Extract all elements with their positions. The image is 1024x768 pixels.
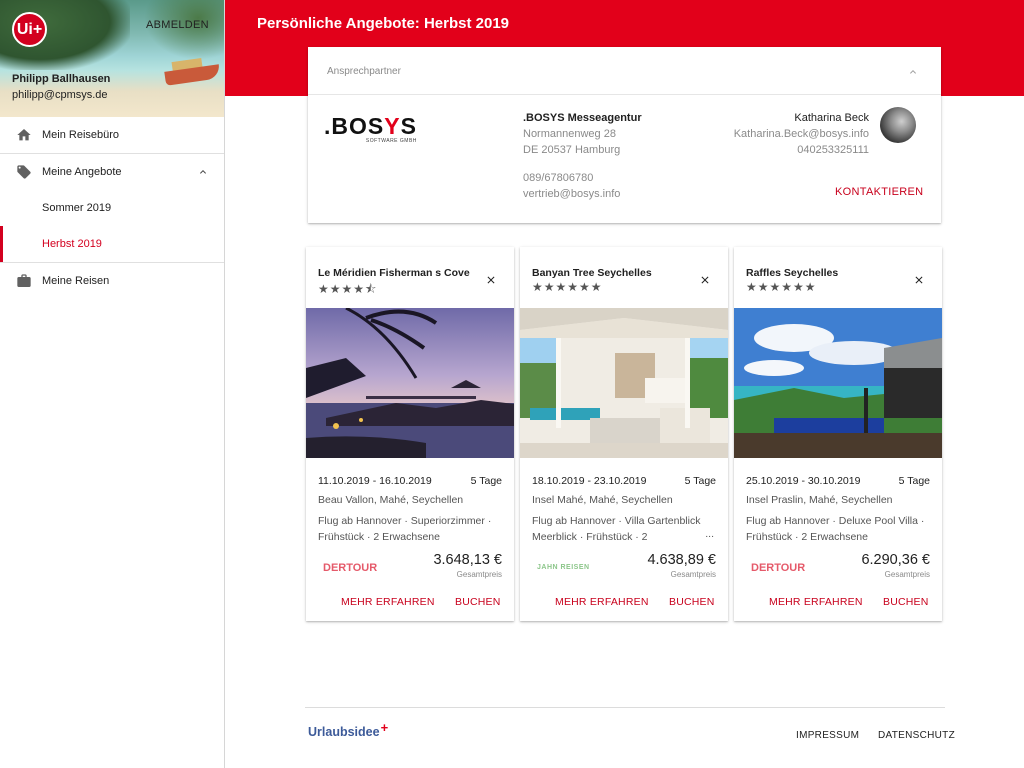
travel-duration: 5 Tage (684, 475, 716, 487)
hotel-image[interactable] (734, 308, 942, 458)
footer-brand-logo: Urlaubsidee+ (308, 720, 388, 739)
agency-email[interactable]: vertrieb@bosys.info (523, 186, 642, 202)
footer-divider (305, 707, 945, 708)
sidebar-item-herbst-2019[interactable]: Herbst 2019 (0, 226, 224, 262)
offer-card: Banyan Tree Seychelles ★★★★★★ 18.10.2019… (520, 247, 728, 621)
user-email: philipp@cpmsys.de (12, 89, 108, 101)
close-icon[interactable] (699, 274, 711, 286)
sidebar-item-mein-reisebuero[interactable]: Mein Reisebüro (0, 117, 224, 153)
tour-operator-logo: DERTOUR (323, 562, 377, 574)
offer-description: Flug ab Hannover · Deluxe Pool Villa · F… (746, 515, 925, 543)
contact-card: Ansprechpartner .BOSYS SOFTWARE GMBH .BO… (308, 47, 941, 223)
sidebar-item-meine-reisen[interactable]: Meine Reisen (0, 263, 224, 299)
hotel-location: Insel Mahé, Mahé, Seychellen (532, 494, 673, 506)
travel-dates: 18.10.2019 - 23.10.2019 (532, 475, 647, 487)
rating-stars: ★★★★⯪ (318, 282, 378, 296)
offer-card: Raffles Seychelles ★★★★★★ 25.10.2019 - 3… (734, 247, 942, 621)
chevron-up-icon[interactable] (907, 66, 919, 78)
footer-brand-text: Urlaubsidee (308, 725, 380, 739)
offer-card: Le Méridien Fisherman s Cove ★★★★⯪ 11.10… (306, 247, 514, 621)
logout-button[interactable]: ABMELDEN (146, 19, 209, 31)
contact-heading: Ansprechpartner (327, 66, 401, 77)
app-logo[interactable]: Ui+ (12, 12, 47, 47)
tour-operator-name: JAHN REISEN (537, 564, 590, 571)
travel-dates: 11.10.2019 - 16.10.2019 (318, 475, 432, 487)
tour-operator-name: DERTOUR (323, 562, 378, 574)
tag-icon (17, 165, 31, 179)
offer-title: Le Méridien Fisherman s Cove (318, 267, 470, 279)
agency-street: Normannenweg 28 (523, 128, 616, 140)
person-email[interactable]: Katharina.Beck@bosys.info (734, 126, 869, 142)
rating-stars: ★★★★★★ (532, 280, 603, 294)
rating-stars: ★★★★★★ (746, 280, 817, 294)
price: 4.638,89 € (647, 552, 716, 568)
tour-operator-logo: JAHN REISEN (537, 564, 590, 571)
offer-title: Banyan Tree Seychelles (532, 267, 652, 279)
person-name: Katharina Beck (794, 112, 869, 124)
price: 3.648,13 € (433, 552, 502, 568)
bosys-logo: .BOSYS SOFTWARE GMBH (324, 113, 417, 144)
sidebar-nav: Mein Reisebüro Meine Angebote Sommer 201… (0, 117, 224, 299)
contact-button[interactable]: KONTAKTIEREN (835, 186, 923, 198)
sidebar-item-label: Mein Reisebüro (42, 129, 120, 141)
sidebar-item-label: Meine Reisen (42, 275, 110, 287)
more-info-button[interactable]: MEHR ERFAHREN (341, 596, 435, 608)
agency-city: DE 20537 Hamburg (523, 144, 621, 156)
hotel-location: Insel Praslin, Mahé, Seychellen (746, 494, 893, 506)
footer-brand-plus: + (380, 720, 389, 735)
sidebar-item-label: Sommer 2019 (42, 202, 112, 214)
more-info-button[interactable]: MEHR ERFAHREN (769, 596, 863, 608)
close-icon[interactable] (485, 274, 497, 286)
person-phone[interactable]: 040253325111 (734, 142, 869, 158)
agency-name: .BOSYS Messeagentur (523, 112, 642, 124)
sidebar-item-label: Herbst 2019 (42, 238, 102, 250)
price-label: Gesamtpreis (456, 570, 502, 579)
app-logo-text: Ui+ (16, 20, 43, 38)
contact-person: Katharina Beck Katharina.Beck@bosys.info… (734, 110, 869, 158)
sidebar-item-sommer-2019[interactable]: Sommer 2019 (0, 190, 224, 226)
impressum-link[interactable]: IMPRESSUM (796, 730, 859, 741)
avatar (880, 107, 916, 143)
hotel-image[interactable] (306, 308, 514, 458)
price-label: Gesamtpreis (884, 570, 930, 579)
book-button[interactable]: BUCHEN (669, 596, 715, 608)
offer-description: Flug ab Hannover · Superiorzimmer · Früh… (318, 515, 492, 543)
bosys-logo-word: .BOSYS (324, 113, 417, 139)
sidebar: Ui+ ABMELDEN Philipp Ballhausen philipp@… (0, 0, 225, 768)
chevron-up-icon[interactable] (197, 166, 209, 178)
tour-operator-logo: DERTOUR (751, 562, 805, 574)
price-label: Gesamtpreis (670, 570, 716, 579)
hotel-image[interactable] (520, 308, 728, 458)
book-button[interactable]: BUCHEN (455, 596, 501, 608)
home-icon (17, 129, 31, 141)
briefcase-icon (17, 274, 31, 287)
hotel-location: Beau Vallon, Mahé, Seychellen (318, 494, 464, 506)
price: 6.290,36 € (861, 552, 930, 568)
ellipsis: ... (705, 528, 714, 540)
travel-duration: 5 Tage (470, 475, 502, 487)
close-icon[interactable] (913, 274, 925, 286)
agency-phone[interactable]: 089/67806780 (523, 170, 642, 186)
more-info-button[interactable]: MEHR ERFAHREN (555, 596, 649, 608)
user-name: Philipp Ballhausen (12, 73, 111, 85)
sidebar-header: Ui+ ABMELDEN Philipp Ballhausen philipp@… (0, 0, 224, 117)
page-title: Persönliche Angebote: Herbst 2019 (257, 15, 510, 32)
agency-info: .BOSYS Messeagentur Normannenweg 28 DE 2… (523, 110, 642, 202)
datenschutz-link[interactable]: DATENSCHUTZ (878, 730, 955, 741)
tour-operator-name: DERTOUR (751, 562, 806, 574)
travel-dates: 25.10.2019 - 30.10.2019 (746, 475, 861, 487)
offer-description: Flug ab Hannover · Villa Gartenblick Mee… (532, 515, 701, 543)
book-button[interactable]: BUCHEN (883, 596, 929, 608)
sidebar-item-meine-angebote[interactable]: Meine Angebote (0, 154, 224, 190)
travel-duration: 5 Tage (898, 475, 930, 487)
contact-card-header[interactable]: Ansprechpartner (308, 47, 941, 95)
offer-title: Raffles Seychelles (746, 267, 839, 279)
sidebar-item-label: Meine Angebote (42, 166, 122, 178)
